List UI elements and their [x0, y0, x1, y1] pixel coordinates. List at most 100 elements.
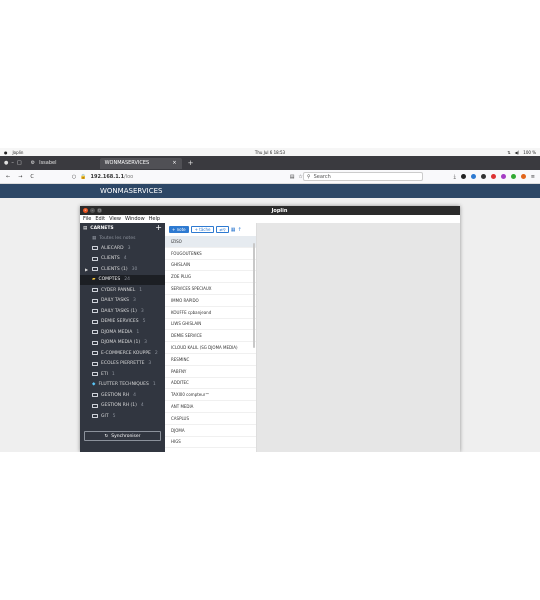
note-list-item[interactable]: CASPLUS [165, 413, 256, 425]
note-list-item[interactable]: IMMO RAPIDO [165, 295, 256, 307]
notebook-count: 1 [111, 371, 115, 377]
note-list-item[interactable]: ZOE PLUG [165, 271, 256, 284]
notebook-item[interactable]: ALIECARD 3 [80, 243, 165, 254]
new-tab-button[interactable]: + [182, 159, 194, 167]
note-list-item[interactable]: ICLOUD KALIL (SG DJOMA MEDIA) [165, 342, 256, 354]
sort-order-icon[interactable]: ↑ [238, 227, 242, 233]
network-icon[interactable]: ⇅ [507, 150, 510, 155]
activities-menu[interactable]: Joplin [13, 150, 24, 155]
note-list-item[interactable]: DJOMA [165, 425, 256, 437]
sync-label: Synchroniser [111, 433, 141, 439]
clock[interactable]: Thu Jul 6 18:53 [0, 150, 540, 155]
note-list-item[interactable]: TAXI00 compteur™ [165, 389, 256, 402]
search-notes-button[interactable]: ⇄⚲ [216, 226, 229, 233]
extension-icon[interactable] [460, 174, 466, 179]
notebook-count: 3 [148, 361, 152, 367]
download-icon[interactable]: ⤓ [454, 174, 456, 180]
reader-view-icon[interactable]: ▤ [290, 174, 295, 180]
note-list-item[interactable]: DEMIE SERVICE [165, 330, 256, 343]
add-notebook-button[interactable]: + [155, 224, 162, 232]
expand-arrow-icon[interactable]: ▶ [85, 267, 88, 272]
sync-button[interactable]: ↻ Synchroniser [84, 431, 161, 441]
notebook-label: ALIECARD [101, 245, 124, 251]
battery-level[interactable]: 100 % [523, 150, 536, 155]
forward-icon[interactable]: → [18, 174, 22, 180]
note-list-item[interactable]: ADDITEC [165, 378, 256, 390]
notebook-item-selected[interactable]: ▰ COMPTES 24 [80, 274, 165, 285]
notebook-item[interactable]: ▶ CLIENTS (1) 30 [80, 264, 165, 275]
note-list-scrollbar[interactable] [253, 243, 255, 348]
note-list-item[interactable]: KOUFFE cpbanjeand [165, 307, 256, 319]
joplin-main: ▤ CARNETS + ▦ Toutes les notes ALIECARD 3… [80, 223, 460, 452]
notebook-item[interactable]: DEMIE SERVICES 5 [80, 317, 165, 328]
note-list-item[interactable]: ANT MEDIA [165, 401, 256, 413]
sidebar-all-notes[interactable]: ▦ Toutes les notes [80, 233, 165, 243]
tab-issabel[interactable]: ⚙ Issabel [26, 158, 100, 169]
note-list-item[interactable]: RESMINC [165, 354, 256, 366]
url-text[interactable]: 192.168.1.1/loo [91, 174, 134, 180]
close-window-icon[interactable]: × [83, 208, 88, 213]
note-list-item[interactable]: LIWS GHISLAIN [165, 319, 256, 331]
menu-help[interactable]: Help [149, 216, 160, 222]
notebook-item[interactable]: GESTION RH (1) 4 [80, 401, 165, 412]
notebook-item[interactable]: E-COMMERCE KOUPPE 2 [80, 348, 165, 359]
folder-icon [92, 288, 98, 293]
notebook-count: 1 [139, 287, 143, 293]
note-list-item[interactable]: IZISO [165, 236, 256, 248]
note-list-item[interactable]: FOUGOUTENKS [165, 248, 256, 260]
note-list-item[interactable]: GHISLAIN [165, 260, 256, 272]
notebook-item[interactable]: CYDER PANNEL 1 [80, 285, 165, 296]
note-list-item[interactable]: HIGS [165, 437, 256, 449]
extension-icon[interactable] [490, 174, 496, 179]
url-bar[interactable]: ○ 🔒 192.168.1.1/loo ▤ ☆ [68, 172, 303, 182]
maximize-window-icon[interactable]: □ [17, 160, 22, 166]
folder-icon [92, 393, 98, 398]
menu-view[interactable]: View [109, 216, 121, 222]
notebook-item[interactable]: ◆ FLUTTER TECHNIQUES 1 [80, 380, 165, 391]
note-list-item[interactable]: PABFNY [165, 366, 256, 378]
back-icon[interactable]: ← [6, 174, 10, 180]
notebook-item[interactable]: CLIENTS 4 [80, 254, 165, 265]
notebook-label: CLIENTS (1) [101, 266, 128, 272]
lock-icon[interactable]: 🔒 [80, 174, 86, 180]
menu-icon[interactable]: ≡ [531, 174, 535, 180]
extension-icon[interactable] [470, 174, 476, 179]
notebook-item[interactable]: GIT 5 [80, 411, 165, 422]
notebook-item[interactable]: ETI 1 [80, 369, 165, 380]
notebook-item[interactable]: ECOLES PIERRETTE 3 [80, 359, 165, 370]
note-list-item[interactable]: SERVICES SPECIAUX [165, 283, 256, 295]
tab-wonmaservices[interactable]: WONMASERVICES × [99, 157, 182, 169]
extension-icon[interactable] [520, 174, 526, 179]
new-note-button[interactable]: + note [169, 226, 189, 233]
extension-icon[interactable] [510, 174, 516, 179]
close-tab-icon[interactable]: × [172, 160, 176, 166]
minimize-window-icon[interactable]: – [90, 208, 95, 213]
notebook-item[interactable]: DJOMA MEDIA 1 [80, 327, 165, 338]
extension-icon[interactable] [480, 174, 486, 179]
extension-icon[interactable] [500, 174, 506, 179]
notebook-item[interactable]: GESTION RH 4 [80, 390, 165, 401]
apple-like-icon[interactable]: ● [4, 150, 8, 155]
close-window-icon[interactable]: ● [4, 160, 8, 166]
note-editor-area[interactable] [257, 223, 460, 452]
extensions-toolbar: ⤓ ≡ [454, 174, 540, 180]
search-input[interactable]: ⚲ Search [302, 172, 423, 181]
notebook-label: ECOLES PIERRETTE [101, 361, 145, 367]
menu-edit[interactable]: Edit [95, 216, 105, 222]
notebook-count: 4 [123, 256, 127, 262]
folder-icon [92, 319, 98, 324]
notebook-item[interactable]: DJOMA MEDIA (1) 3 [80, 338, 165, 349]
calendar-icon[interactable]: ▦ [231, 227, 236, 233]
search-placeholder: Search [313, 173, 331, 180]
reload-icon[interactable]: C [30, 174, 34, 180]
minimize-window-icon[interactable]: – [11, 160, 14, 166]
volume-icon[interactable]: ◀) [515, 150, 520, 155]
notebook-item[interactable]: DAILY TASKS (1) 3 [80, 306, 165, 317]
shield-icon[interactable]: ○ [72, 174, 76, 180]
note-list-toolbar: + note + tâche ⇄⚲ ▦ ↑ [165, 223, 256, 236]
notebook-item[interactable]: DAILY TASKS 3 [80, 296, 165, 307]
menu-file[interactable]: File [83, 216, 91, 222]
joplin-menubar: File Edit View Window Help [80, 215, 460, 223]
menu-window[interactable]: Window [125, 216, 145, 222]
new-todo-button[interactable]: + tâche [190, 226, 215, 233]
